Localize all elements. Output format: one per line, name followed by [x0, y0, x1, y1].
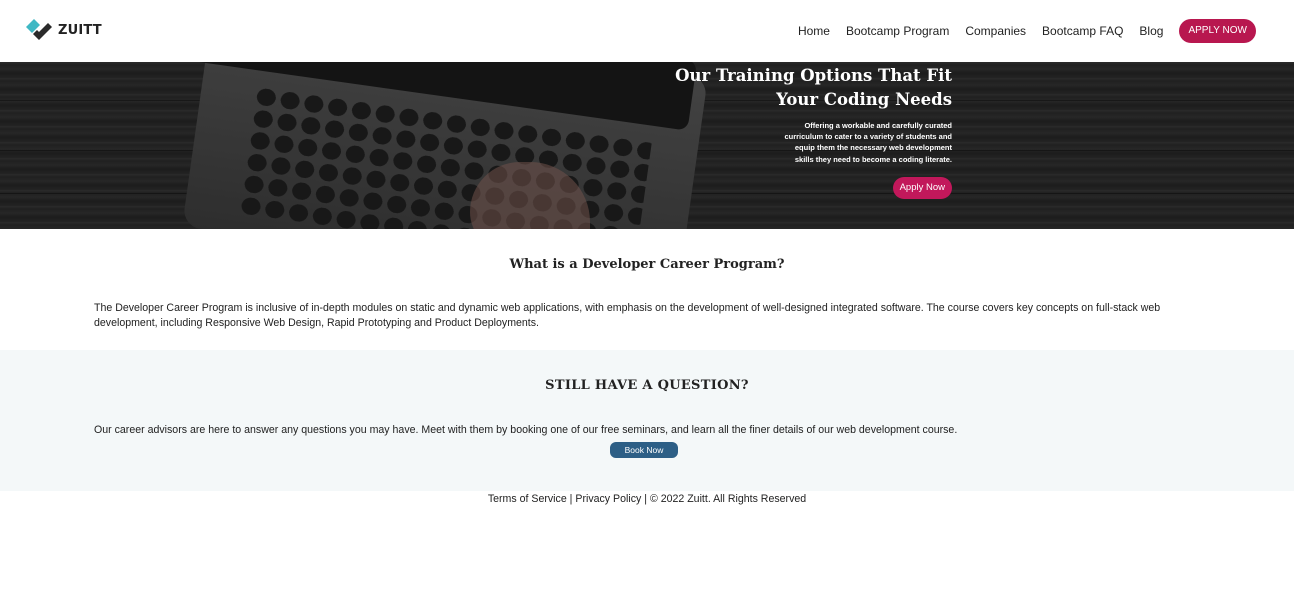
nav-link-blog[interactable]: Blog: [1139, 20, 1163, 42]
brand-logo-link[interactable]: ZUITT: [24, 17, 102, 43]
nav-link-home[interactable]: Home: [798, 20, 830, 42]
program-heading: What is a Developer Career Program?: [509, 257, 785, 272]
nav-link-companies[interactable]: Companies: [965, 20, 1026, 42]
hero-title: Our Training Options That Fit Your Codin…: [632, 64, 952, 112]
hero-title-line1: Our Training Options That Fit: [675, 66, 952, 85]
question-heading: STILL HAVE A QUESTION?: [545, 378, 749, 393]
nav-link-bootcamp-faq[interactable]: Bootcamp FAQ: [1042, 20, 1123, 42]
hero-content: Our Training Options That Fit Your Codin…: [632, 64, 952, 199]
apply-now-button[interactable]: APPLY NOW: [1179, 19, 1256, 43]
nav-menu: Home Bootcamp Program Companies Bootcamp…: [782, 19, 1256, 43]
brand-name: ZUITT: [58, 22, 102, 38]
question-description: Our career advisors are here to answer a…: [94, 424, 958, 436]
program-description: The Developer Career Program is inclusiv…: [94, 302, 1161, 329]
footer-separator: |: [641, 493, 650, 505]
question-section: STILL HAVE A QUESTION? Our career adviso…: [0, 350, 1294, 491]
zuitt-logo-icon: [24, 17, 54, 43]
hero-subtitle: Offering a workable and carefully curate…: [784, 121, 952, 164]
footer: Terms of Service | Privacy Policy | © 20…: [0, 491, 1294, 521]
terms-of-service-link[interactable]: Terms of Service: [488, 493, 567, 505]
copyright-text: © 2022 Zuitt. All Rights Reserved: [649, 493, 807, 505]
privacy-policy-link[interactable]: Privacy Policy: [575, 493, 641, 505]
nav-link-bootcamp-program[interactable]: Bootcamp Program: [846, 20, 949, 42]
hero-apply-now-button[interactable]: Apply Now: [892, 176, 952, 199]
navbar: ZUITT Home Bootcamp Program Companies Bo…: [0, 0, 1294, 62]
hero-title-line2: Your Coding Needs: [776, 90, 952, 109]
hero-banner: Our Training Options That Fit Your Codin…: [0, 62, 1294, 229]
book-now-button[interactable]: Book Now: [610, 442, 678, 458]
program-section: What is a Developer Career Program? The …: [0, 229, 1294, 350]
